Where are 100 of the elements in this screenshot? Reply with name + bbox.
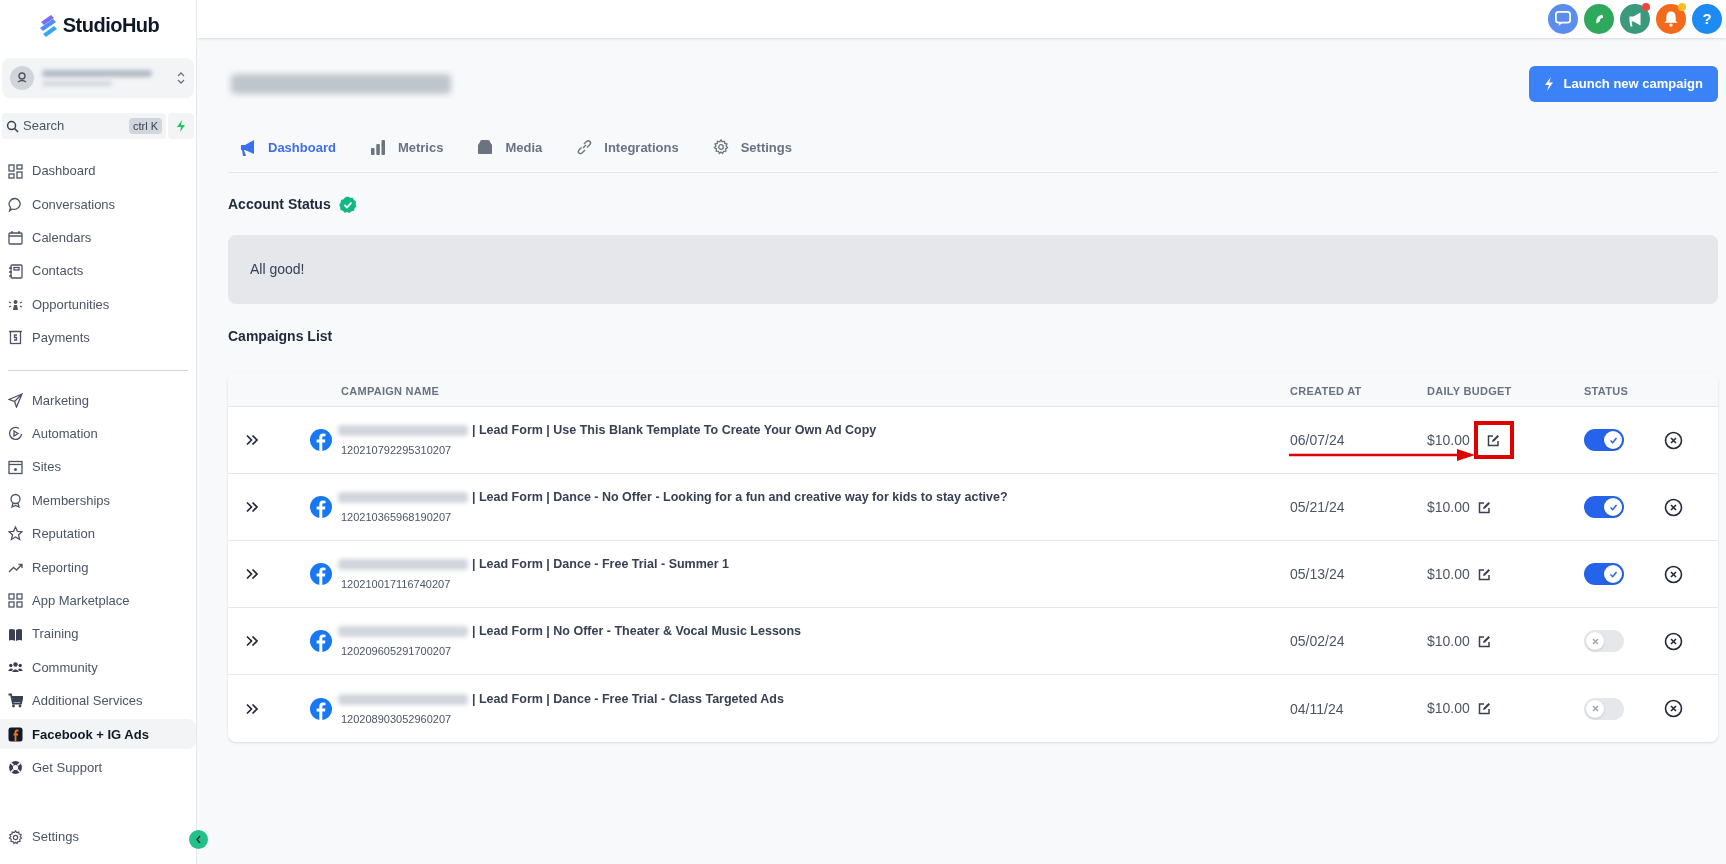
facebook-icon <box>310 697 332 720</box>
double-chevron-icon <box>245 568 259 580</box>
campaign-name: | Lead Form | Dance - Free Trial - Summer 1 <box>472 556 730 574</box>
column-header: CREATED AT <box>1290 384 1362 397</box>
sidebar-item[interactable]: Payments <box>0 322 196 353</box>
close-circle-icon <box>1663 699 1683 718</box>
daily-budget: $10.00 <box>1427 564 1470 584</box>
bell-button[interactable] <box>1656 4 1686 34</box>
people-network-icon <box>8 297 23 313</box>
grid-icon <box>8 163 23 179</box>
close-circle-icon <box>1663 564 1683 584</box>
sidebar-item[interactable]: Memberships <box>0 485 196 516</box>
sidebar-item[interactable]: Community <box>0 652 196 683</box>
settings-icon <box>8 829 23 845</box>
bell-icon <box>1664 11 1678 27</box>
tab[interactable]: Integrations <box>576 123 679 172</box>
column-header: DAILY BUDGET <box>1427 384 1512 397</box>
double-chevron-icon <box>245 635 259 647</box>
sidebar-item[interactable]: Opportunities <box>0 289 196 320</box>
megaphone-button[interactable] <box>1620 4 1650 34</box>
sidebar-item[interactable]: Facebook + IG Ads <box>0 719 196 750</box>
tab[interactable]: Metrics <box>369 123 444 172</box>
sidebar-item[interactable]: Reporting <box>0 552 196 583</box>
receipt-icon <box>8 330 23 346</box>
close-circle-icon <box>1663 631 1683 651</box>
bar-chart-icon <box>369 139 386 156</box>
created-date: 05/02/24 <box>1290 633 1345 649</box>
sidebar-item[interactable]: Marketing <box>0 385 196 416</box>
edit-budget-button[interactable] <box>1477 500 1492 514</box>
sidebar-item[interactable]: Dashboard <box>0 156 196 186</box>
facebook-square-icon <box>8 726 23 742</box>
facebook-icon <box>310 563 332 585</box>
daily-budget: $10.00 <box>1427 699 1470 718</box>
campaign-id: 120208903052960207 <box>340 711 453 727</box>
shopping-cart-icon <box>8 693 23 709</box>
cross-icon <box>1591 637 1599 645</box>
campaign-id: 120210017116740207 <box>340 577 452 593</box>
delete-button[interactable] <box>1663 497 1683 517</box>
search-field[interactable]: Search <box>23 116 125 136</box>
tab[interactable]: Dashboard <box>240 123 336 172</box>
double-chevron-icon <box>245 501 259 513</box>
sidebar-item[interactable]: Get Support <box>0 752 196 783</box>
sidebar-item[interactable]: Conversations <box>0 189 196 220</box>
campaign-id: 120210792295310207 <box>340 443 453 459</box>
sidebar-item[interactable]: Reputation <box>0 518 196 549</box>
sidebar-item[interactable]: Automation <box>0 418 196 449</box>
status-toggle[interactable] <box>1584 630 1624 652</box>
delete-button[interactable] <box>1663 430 1683 450</box>
megaphone-icon <box>1629 11 1641 27</box>
sidebar-item[interactable]: Training <box>0 619 196 650</box>
status-toggle[interactable] <box>1584 563 1624 585</box>
campaign-name: | Lead Form | Dance - No Offer - Looking for a fun and creative way for kids to stay active? <box>472 489 1008 507</box>
search-bar[interactable]: Search ctrl K <box>2 113 166 139</box>
star-icon <box>8 526 23 542</box>
brand-name: StudioHub <box>62 13 160 38</box>
edit-icon <box>1478 567 1492 581</box>
phone-button[interactable] <box>1584 4 1614 34</box>
chat-bubble-icon <box>8 196 23 212</box>
delete-button[interactable] <box>1663 698 1683 719</box>
delete-button[interactable] <box>1663 564 1683 584</box>
expand-button[interactable] <box>244 499 260 515</box>
sidebar-item[interactable]: Settings <box>0 822 87 852</box>
sidebar-item[interactable]: Contacts <box>0 256 196 287</box>
status-toggle[interactable] <box>1584 496 1624 518</box>
campaign-id: 120210365968190207 <box>340 510 453 526</box>
edit-budget-button[interactable] <box>1486 433 1501 447</box>
delete-button[interactable] <box>1663 631 1683 651</box>
created-date: 05/21/24 <box>1290 499 1345 515</box>
lifebuoy-icon <box>8 760 23 776</box>
chevron-updown-icon <box>176 70 186 86</box>
status-toggle[interactable] <box>1584 697 1624 720</box>
edit-budget-button[interactable] <box>1477 567 1492 581</box>
edit-budget-button[interactable] <box>1477 701 1492 716</box>
expand-button[interactable] <box>244 566 260 582</box>
expand-button[interactable] <box>244 432 260 448</box>
account-switcher[interactable] <box>2 58 194 98</box>
expand-button[interactable] <box>244 633 260 649</box>
status-toggle[interactable] <box>1584 429 1624 451</box>
contacts-book-icon <box>8 263 23 279</box>
created-date: 06/07/24 <box>1290 432 1345 448</box>
chat-button[interactable] <box>1548 4 1578 34</box>
column-header: STATUS <box>1584 384 1629 397</box>
created-date: 04/11/24 <box>1290 700 1344 717</box>
tab[interactable]: Settings <box>712 123 792 172</box>
lightning-icon <box>176 120 186 132</box>
sidebar-item[interactable]: Sites <box>0 452 196 483</box>
edit-budget-button[interactable] <box>1477 634 1492 648</box>
chevron-left-icon <box>195 835 202 844</box>
sidebar-item[interactable]: Calendars <box>0 222 196 253</box>
megaphone-icon <box>240 139 256 156</box>
sidebar-item[interactable]: App Marketplace <box>0 585 196 616</box>
facebook-icon <box>310 429 332 451</box>
search-icon <box>6 119 19 133</box>
paper-plane-icon <box>8 392 23 408</box>
open-book-icon <box>8 626 23 642</box>
shortcut-hint: ctrl K <box>128 117 162 135</box>
section-title: Campaigns List <box>228 327 334 346</box>
launch-campaign-button[interactable]: Launch new campaign <box>1528 66 1718 102</box>
tab[interactable]: Media <box>477 123 543 172</box>
sidebar-item[interactable]: Additional Services <box>0 685 196 716</box>
